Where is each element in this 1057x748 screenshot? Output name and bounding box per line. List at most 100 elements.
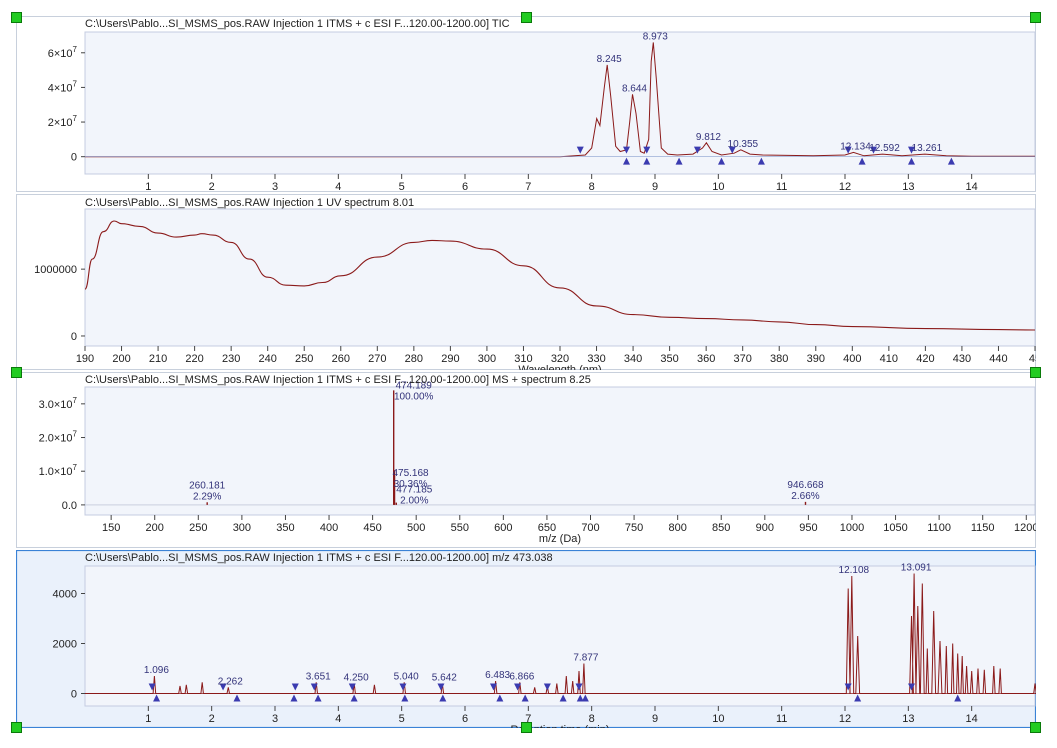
xic-x-tick-label: 13 [902,713,914,725]
uv-x-tick-label: 240 [259,353,277,365]
ms-x-tick-label: 250 [189,522,207,534]
uv-x-tick-label: 430 [953,353,971,365]
ms-spectrum-title: C:\Users\Pablo...SI_MSMS_pos.RAW Injecti… [85,374,591,386]
tic-x-tick-label: 3 [272,181,278,192]
uv-x-tick-label: 250 [295,353,313,365]
uv-x-axis-label: Wavelength (nm) [518,364,601,370]
tic-x-tick-label: 8 [589,181,595,192]
ms-x-tick-label: 550 [451,522,469,534]
xic-x-tick-label: 12 [839,713,851,725]
xic-peak-label: 4.250 [344,673,369,684]
uv-spectrum-chart[interactable]: 0 1000000 190 200 210 220 230 240 250 260 270 280 29… [16,194,1041,376]
tic-x-tick-label: 12 [839,181,851,192]
ms-x-tick-label: 900 [756,522,774,534]
xic-y-tick-label: 0 [71,689,77,701]
xic-chart-panel[interactable]: 0200040001234567891011121314Retention ti… [15,549,1037,736]
xic-x-tick-label: 4 [335,713,341,725]
xic-chart[interactable]: 0200040001234567891011121314Retention ti… [15,549,1037,736]
xic-peak-label: 6.483 [485,670,510,681]
tic-x-tick-label: 10 [712,181,724,192]
ms-spectrum-panel[interactable]: 0.0 1.0×107 2.0×107 3.0×107 150 200 250 300 350 4… [16,372,1039,548]
xic-x-tick-label: 3 [272,713,278,725]
ms-x-tick-label: 200 [146,522,164,534]
xic-peak-label: 5.040 [394,671,419,682]
xic-y-tick-label: 4000 [53,589,77,601]
plot-area [84,208,1036,347]
uv-x-tick-label: 210 [149,353,167,365]
tic-x-tick-label: 11 [776,181,787,192]
resize-handle-middle-right[interactable] [1030,367,1041,378]
xic-x-tick-label: 14 [966,713,978,725]
resize-handle-top-middle[interactable] [521,12,532,23]
xic-peak-label: 13.091 [901,563,932,574]
resize-handle-bottom-left[interactable] [11,722,22,733]
plot-area [84,386,1036,516]
xic-peak-label: 3.651 [306,671,331,682]
resize-handle-bottom-right[interactable] [1030,722,1041,733]
tic-chart-title: C:\Users\Pablo...SI_MSMS_pos.RAW Injecti… [85,18,510,30]
ms-spectrum-chart[interactable]: 0.0 1.0×107 2.0×107 3.0×107 150 200 250 300 350 4… [16,372,1039,548]
uv-x-tick-label: 410 [880,353,898,365]
tic-chart-panel[interactable]: 02×1074×1076×1071234567891011121314Reten… [16,16,1036,204]
ms-x-tick-label: 1100 [927,522,951,534]
uv-x-tick-label: 220 [185,353,203,365]
ms-peak-percent-label: 2.00% [400,496,428,507]
tic-x-tick-label: 13 [902,181,914,192]
uv-x-tick-label: 350 [660,353,678,365]
ms-y-tick-label: 2.0×107 [39,430,78,445]
uv-x-tick-label: 300 [478,353,496,365]
xic-x-tick-label: 10 [712,713,724,725]
ms-x-tick-label: 600 [494,522,512,534]
ms-x-tick-label: 450 [363,522,381,534]
xic-x-tick-label: 2 [209,713,215,725]
tic-x-tick-label: 6 [462,181,468,192]
ms-peak-percent-label: 2.66% [791,491,819,502]
ms-peak-mz-label: 946.668 [787,480,824,491]
ms-x-tick-label: 950 [799,522,817,534]
ms-x-tick-label: 300 [233,522,251,534]
ms-x-tick-label: 750 [625,522,643,534]
uv-x-tick-label: 200 [112,353,130,365]
uv-x-tick-label: 270 [368,353,386,365]
ms-x-axis-label: m/z (Da) [539,533,581,545]
resize-handle-top-left[interactable] [11,12,22,23]
uv-x-tick-label: 370 [734,353,752,365]
ms-x-tick-label: 1150 [971,522,995,534]
tic-y-tick-label: 0 [71,152,77,164]
xic-x-tick-label: 11 [776,713,787,725]
ms-peak-mz-label: 477.185 [396,485,433,496]
uv-spectrum-panel[interactable]: 0 1000000 190 200 210 220 230 240 250 260 270 280 29… [16,194,1041,376]
uv-y-tick-label: 1000000 [34,264,77,276]
ms-x-tick-label: 1200 [1014,522,1036,534]
ms-x-tick-label: 800 [668,522,686,534]
xic-x-tick-label: 5 [399,713,405,725]
resize-handle-bottom-middle[interactable] [521,722,532,733]
ms-x-tick-label: 1050 [883,522,907,534]
resize-handle-middle-left[interactable] [11,367,22,378]
tic-peak-label: 12.134 [840,141,871,152]
tic-peak-label: 12.592 [869,143,900,154]
tic-peak-label: 8.644 [622,83,647,94]
ms-x-tick-label: 850 [712,522,730,534]
xic-peak-label: 1.096 [144,665,169,676]
uv-x-tick-label: 280 [405,353,423,365]
tic-peak-label: 8.245 [597,54,622,65]
tic-peak-label: 9.812 [696,132,721,143]
uv-x-tick-label: 290 [441,353,459,365]
tic-x-tick-label: 9 [652,181,658,192]
xic-peak-label: 2.262 [218,676,243,687]
xic-x-tick-label: 1 [145,713,151,725]
ms-peak-percent-label: 2.29% [193,491,221,502]
uv-x-tick-label: 420 [916,353,934,365]
uv-x-tick-label: 360 [697,353,715,365]
resize-handle-top-right[interactable] [1030,12,1041,23]
tic-chart[interactable]: 02×1074×1076×1071234567891011121314Reten… [16,16,1036,204]
uv-x-tick-label: 380 [770,353,788,365]
tic-x-tick-label: 7 [525,181,531,192]
ms-x-tick-label: 400 [320,522,338,534]
ms-x-tick-label: 700 [581,522,599,534]
uv-x-tick-label: 340 [624,353,642,365]
ms-x-tick-label: 150 [102,522,120,534]
tic-x-tick-label: 4 [335,181,341,192]
ms-x-tick-label: 350 [276,522,294,534]
